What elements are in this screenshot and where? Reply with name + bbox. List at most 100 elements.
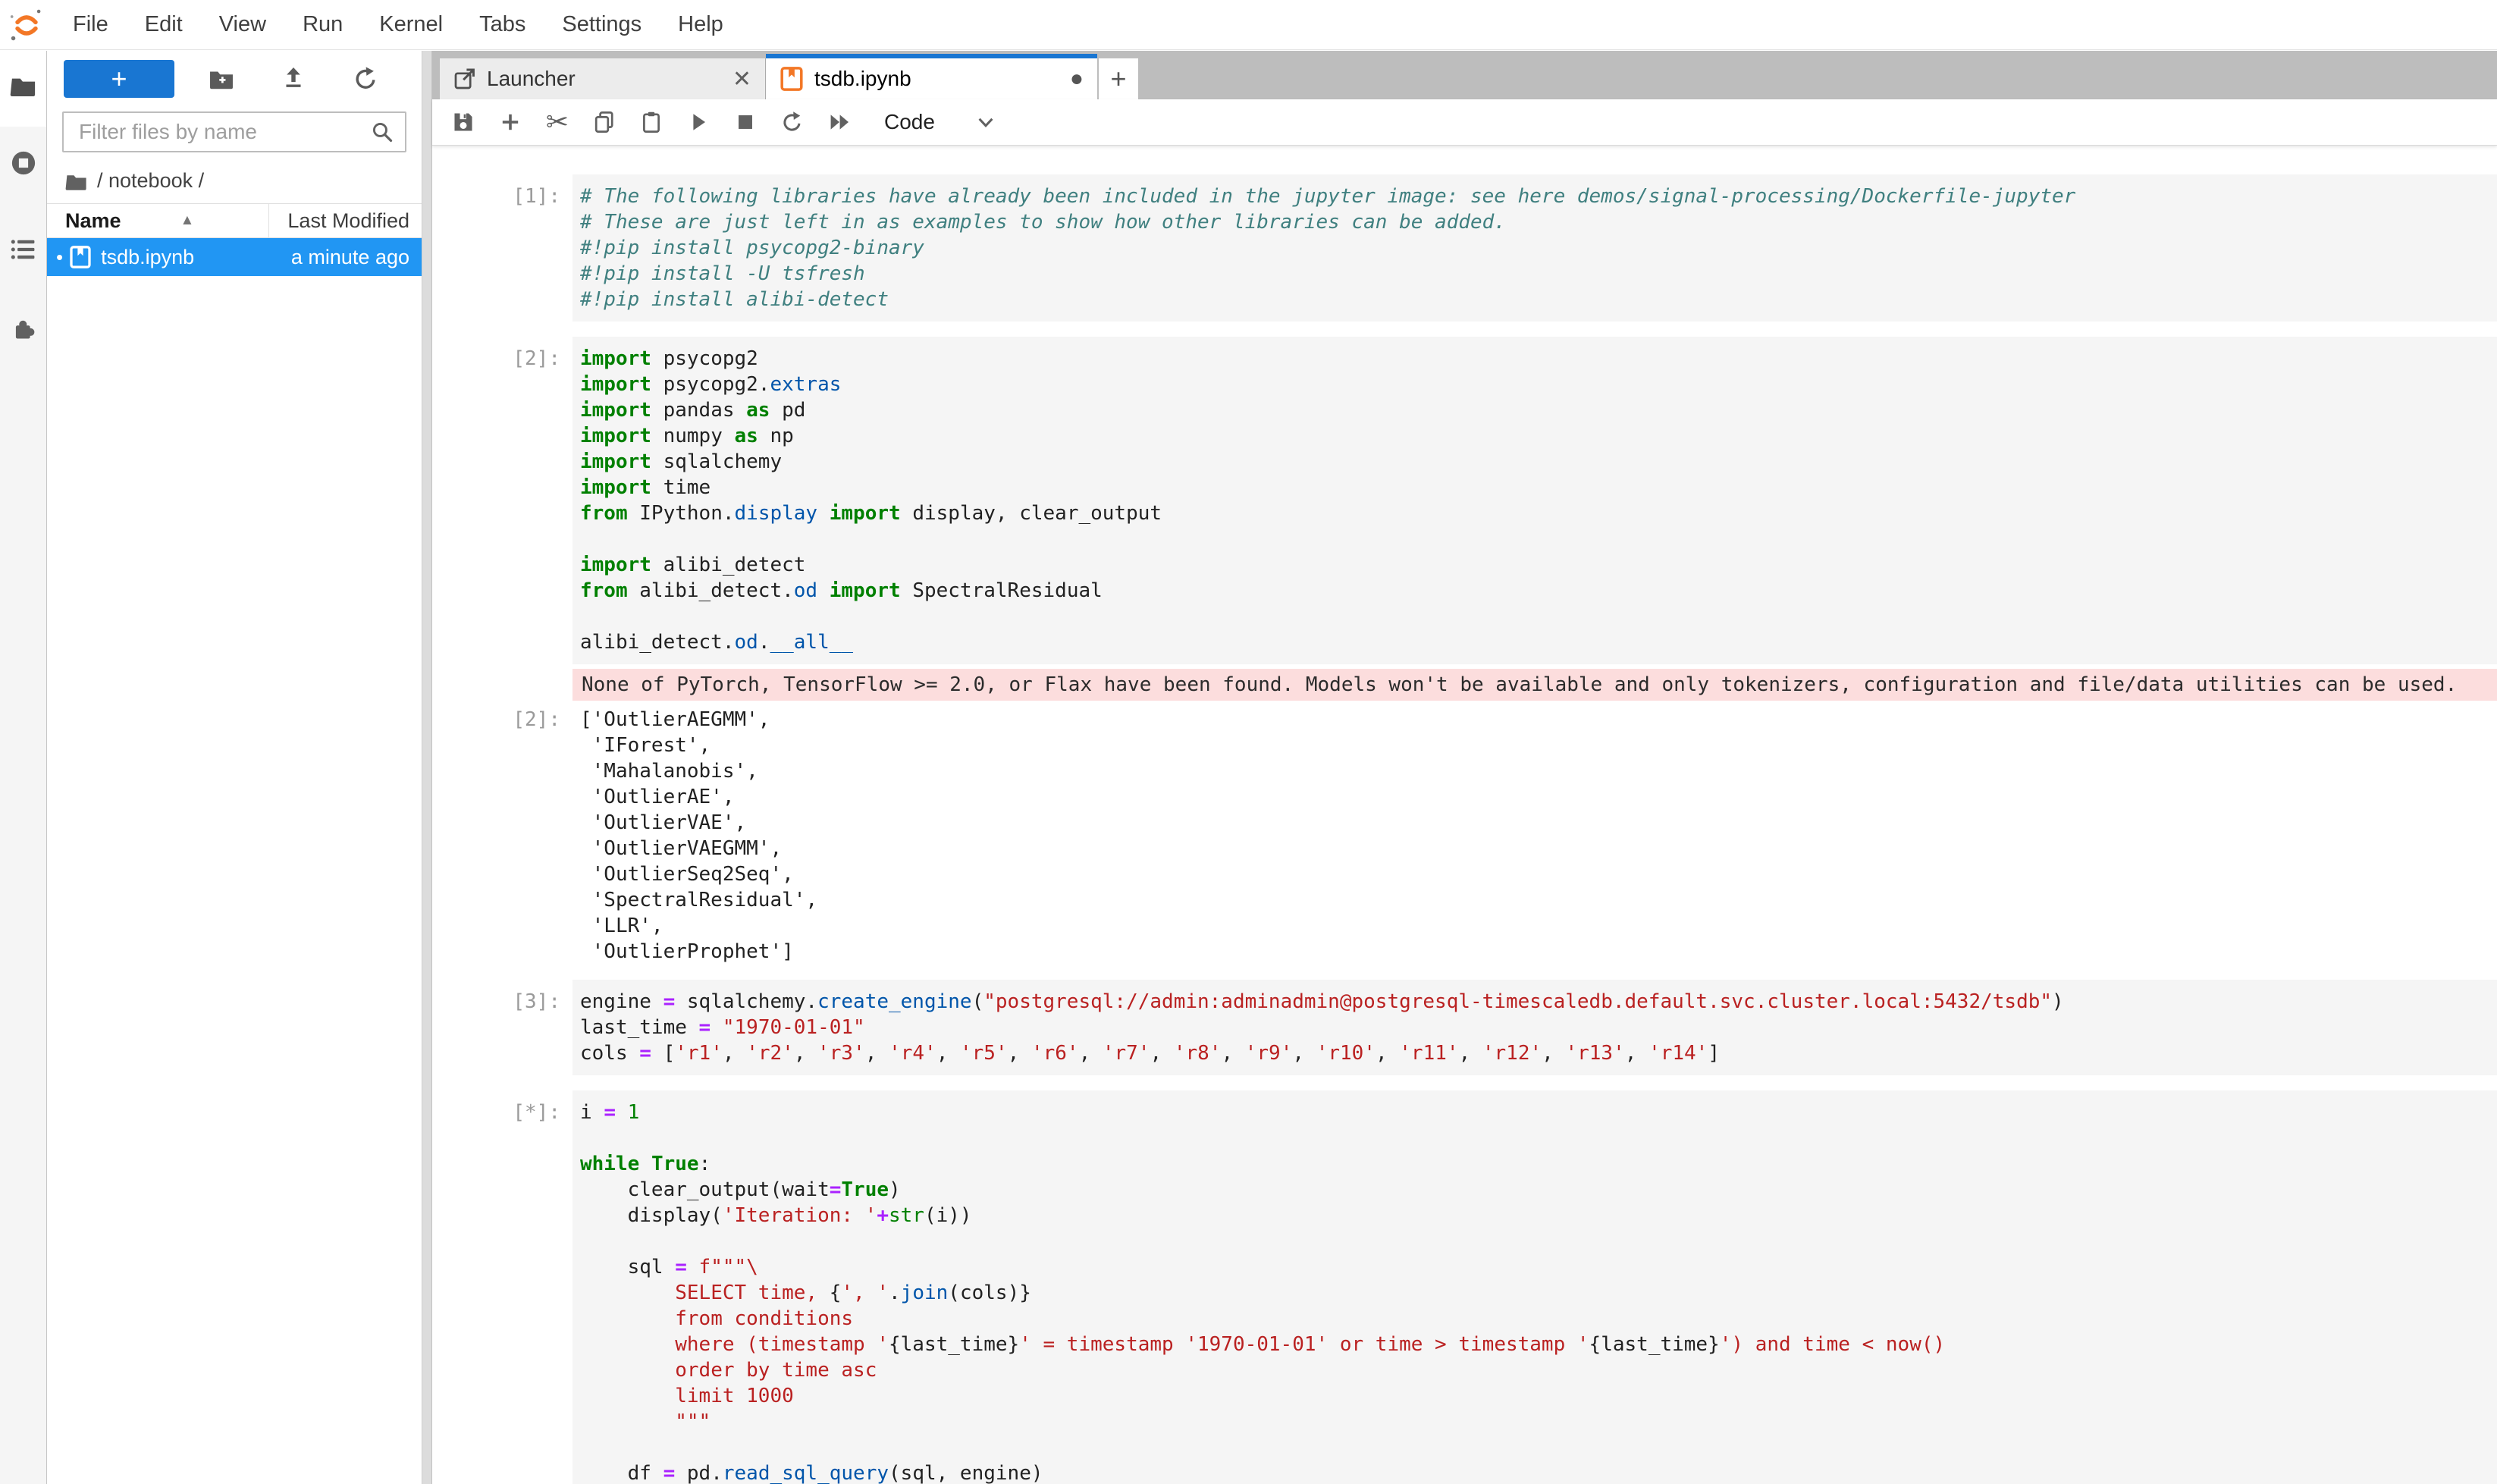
code-line: # These are just left in as examples to … [580, 209, 2497, 235]
code-line: #!pip install alibi-detect [580, 287, 2497, 312]
code-line: import pandas as pd [580, 397, 2497, 423]
tab-label: tsdb.ipynb [814, 67, 911, 91]
menu-kernel[interactable]: Kernel [361, 12, 461, 37]
column-header-name[interactable]: Name [65, 209, 121, 233]
code-line: import sqlalchemy [580, 449, 2497, 475]
stop-kernel-icon[interactable] [732, 109, 758, 135]
code-line: 'OutlierVAE', [580, 810, 2497, 836]
breadcrumb-path: / notebook / [97, 169, 204, 193]
notebook-icon [69, 246, 92, 268]
code-line: # The following libraries have already b… [580, 184, 2497, 209]
jupyter-logo-icon [9, 8, 44, 42]
code-line: order by time asc [580, 1357, 2497, 1383]
notebook-cells: [1]:# The following libraries have alrea… [432, 174, 2497, 1484]
code-line: #!pip install psycopg2-binary [580, 235, 2497, 261]
main-area: Launcher ✕ tsdb.ipynb ● + ✂ [432, 51, 2497, 1484]
notebook-cell: [1]:# The following libraries have alrea… [432, 174, 2497, 322]
tab-tsdb-notebook[interactable]: tsdb.ipynb ● [766, 54, 1097, 99]
tab-launcher[interactable]: Launcher ✕ [440, 58, 766, 99]
new-launcher-button[interactable]: + [64, 60, 174, 98]
code-line: last_time = "1970-01-01" [580, 1015, 2497, 1040]
column-header-modified[interactable]: Last Modified [268, 204, 409, 237]
code-line: 'OutlierVAEGMM', [580, 836, 2497, 861]
code-editor[interactable]: import psycopg2import psycopg2.extrasimp… [572, 337, 2497, 664]
file-modified: a minute ago [291, 246, 409, 269]
code-line: SELECT time, {', '.join(cols)} [580, 1280, 2497, 1306]
running-kernels-icon[interactable] [10, 149, 37, 177]
close-tab-icon[interactable]: ✕ [732, 66, 751, 93]
menu-settings[interactable]: Settings [544, 12, 660, 37]
file-browser-panel: + / notebook / Name ▲ Last Modified • tsd… [47, 51, 422, 1484]
cut-cells-icon[interactable]: ✂ [544, 109, 570, 135]
cell-type-select[interactable]: Code [884, 110, 935, 134]
extension-manager-icon[interactable] [10, 316, 37, 344]
code-line: 'Mahalanobis', [580, 758, 2497, 784]
menu-tabs[interactable]: Tabs [461, 12, 544, 37]
code-line [580, 1125, 2497, 1151]
activity-bar [0, 51, 47, 1484]
code-line: ['OutlierAEGMM', [580, 707, 2497, 733]
menu-items: FileEditViewRunKernelTabsSettingsHelp [55, 12, 742, 37]
code-line: import alibi_detect [580, 552, 2497, 578]
file-browser-icon[interactable] [10, 72, 37, 99]
code-editor[interactable]: engine = sqlalchemy.create_engine("postg… [572, 980, 2497, 1075]
chevron-down-icon[interactable] [974, 111, 997, 133]
run-cell-icon[interactable] [685, 109, 711, 135]
new-folder-icon[interactable] [209, 66, 234, 92]
sort-ascending-icon: ▲ [180, 212, 195, 229]
code-line: """ [580, 1409, 2497, 1435]
save-icon[interactable] [450, 109, 476, 135]
menu-edit[interactable]: Edit [127, 12, 201, 37]
code-line: i = 1 [580, 1100, 2497, 1125]
panel-splitter[interactable] [422, 51, 432, 1484]
menu-help[interactable]: Help [660, 12, 742, 37]
copy-cells-icon[interactable] [591, 109, 617, 135]
tab-bar: Launcher ✕ tsdb.ipynb ● + [432, 51, 2497, 99]
input-prompt: [*]: [432, 1090, 572, 1484]
search-icon [370, 120, 394, 144]
code-line: 'OutlierAE', [580, 784, 2497, 810]
restart-run-all-icon[interactable] [827, 109, 852, 135]
new-tab-button[interactable]: + [1099, 58, 1138, 99]
unsaved-dot-icon: • [56, 246, 63, 269]
code-line [580, 1228, 2497, 1254]
file-row[interactable]: • tsdb.ipynb a minute ago [47, 238, 422, 276]
code-line: clear_output(wait=True) [580, 1177, 2497, 1203]
code-line: alibi_detect.od.__all__ [580, 629, 2497, 655]
code-line: 'OutlierProphet'] [580, 939, 2497, 965]
menu-run[interactable]: Run [284, 12, 361, 37]
code-line [580, 1435, 2497, 1460]
code-line: df = pd.read_sql_query(sql, engine) [580, 1460, 2497, 1484]
file-filter-input[interactable] [77, 119, 370, 145]
code-line: import numpy as np [580, 423, 2497, 449]
breadcrumb[interactable]: / notebook / [47, 157, 422, 203]
code-line: #!pip install -U tsfresh [580, 261, 2497, 287]
menu-file[interactable]: File [55, 12, 127, 37]
code-editor[interactable]: i = 1 while True: clear_output(wait=True… [572, 1090, 2497, 1484]
code-editor[interactable]: # The following libraries have already b… [572, 174, 2497, 322]
code-line [580, 526, 2497, 552]
file-name: tsdb.ipynb [101, 246, 194, 269]
notebook-cell: [*]:i = 1 while True: clear_output(wait=… [432, 1090, 2497, 1484]
table-of-contents-icon[interactable] [10, 236, 37, 263]
insert-cell-icon[interactable] [497, 109, 523, 135]
notebook-toolbar: ✂ Code [432, 99, 2497, 146]
paste-cells-icon[interactable] [638, 109, 664, 135]
code-line: display('Iteration: '+str(i)) [580, 1203, 2497, 1228]
menu-bar: FileEditViewRunKernelTabsSettingsHelp [0, 0, 2497, 50]
menu-view[interactable]: View [201, 12, 284, 37]
code-line: 'IForest', [580, 733, 2497, 758]
code-line: 'OutlierSeq2Seq', [580, 861, 2497, 887]
code-line: from alibi_detect.od import SpectralResi… [580, 578, 2497, 604]
notebook-document: [1]:# The following libraries have alrea… [432, 146, 2497, 1484]
launcher-icon [453, 67, 476, 90]
refresh-icon[interactable] [353, 66, 378, 92]
file-browser-toolbar: + [47, 51, 422, 104]
restart-kernel-icon[interactable] [780, 109, 805, 135]
code-line: sql = f"""\ [580, 1254, 2497, 1280]
upload-icon[interactable] [281, 66, 306, 92]
code-line: import psycopg2.extras [580, 372, 2497, 397]
code-line: while True: [580, 1151, 2497, 1177]
file-filter-box [62, 111, 406, 152]
code-line: engine = sqlalchemy.create_engine("postg… [580, 989, 2497, 1015]
